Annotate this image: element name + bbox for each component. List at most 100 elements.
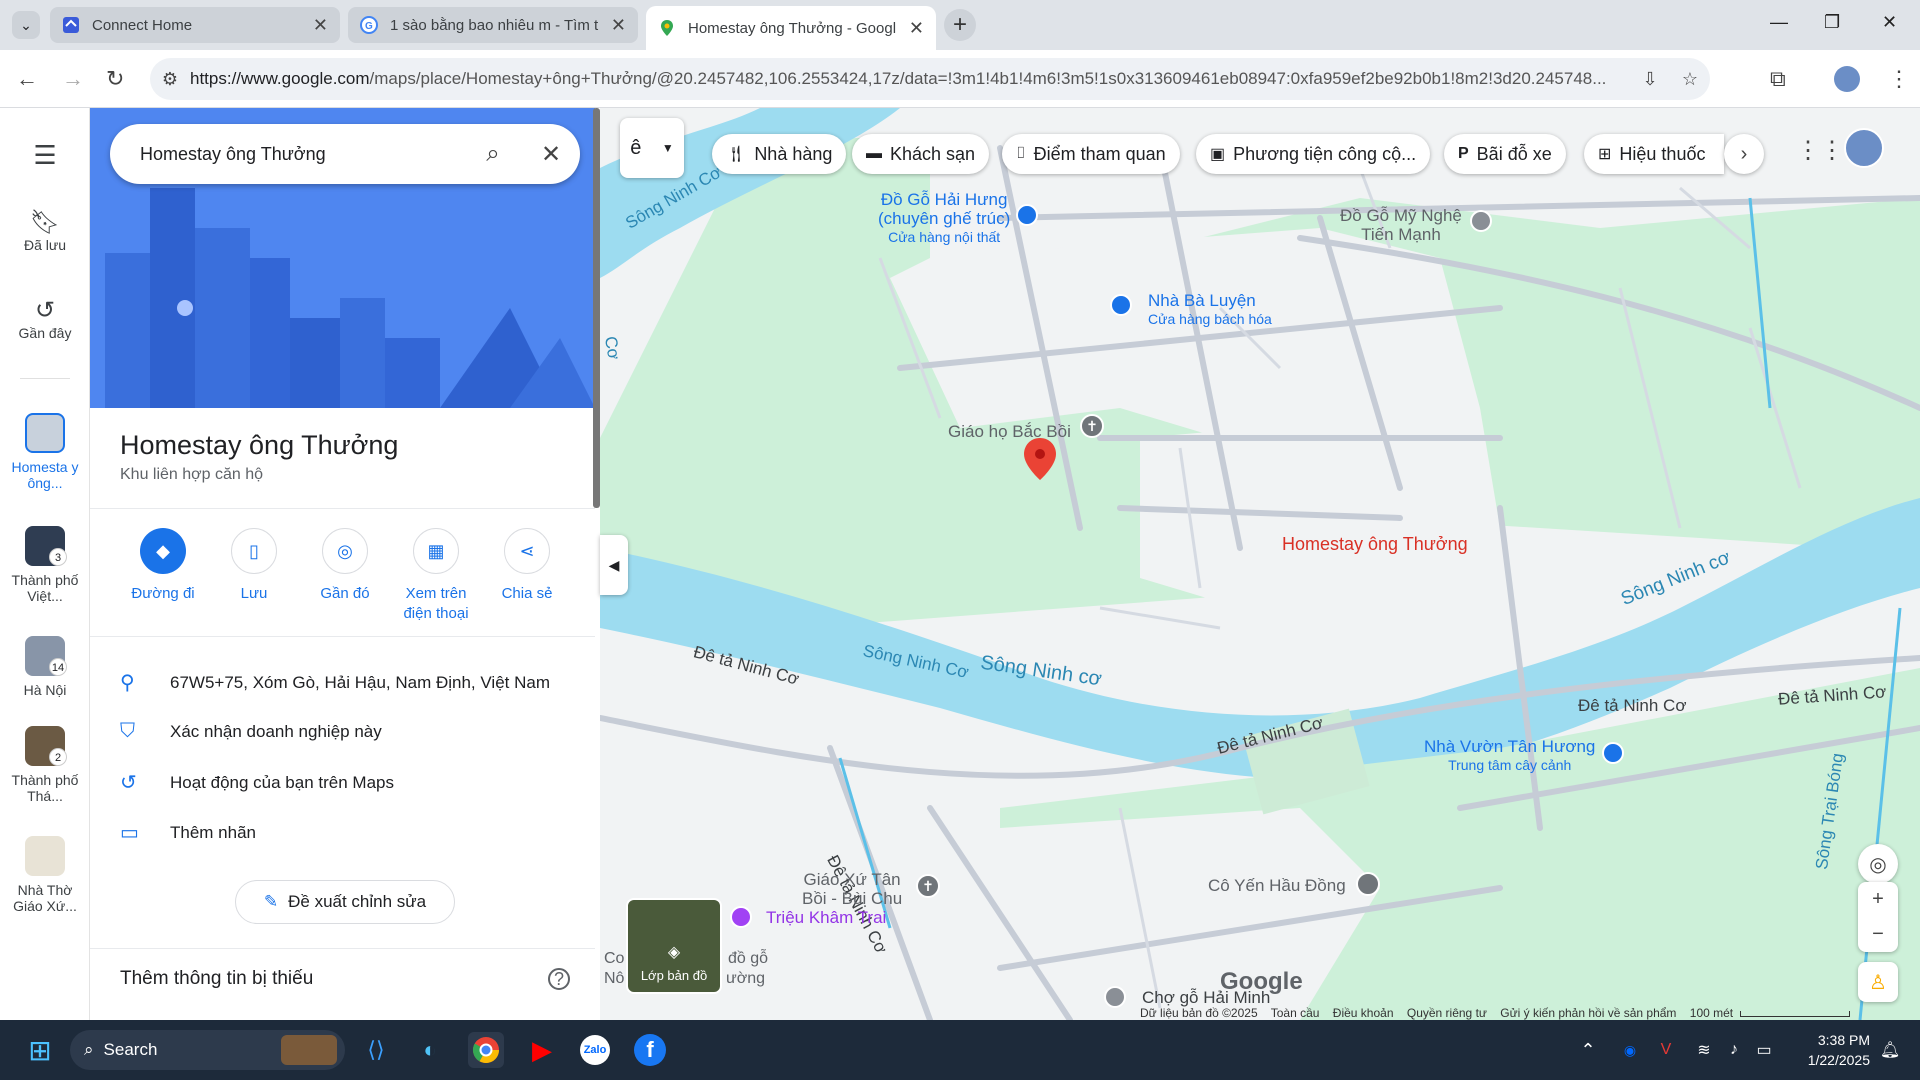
address-bar[interactable]: ⚙ https://www.google.com/maps/place/Home… [150,58,1710,100]
chrome-icon[interactable] [468,1032,504,1068]
search-icon[interactable]: ⌕ [464,140,522,168]
poi-furniture-hai-hung[interactable]: Đồ Gỗ Hải Hưng (chuyên ghế trúc) Cửa hàn… [878,190,1010,247]
directions-button[interactable]: ◆ Đường đi [118,528,208,604]
input-tools-button[interactable]: ê ▼ [620,118,684,178]
tab-google-maps[interactable]: Homestay ông Thưởng - Googl ✕ [646,6,936,50]
history-item[interactable]: 14 Hà Nội [0,636,90,698]
close-tab-icon[interactable]: ✕ [611,15,626,36]
close-tab-icon[interactable]: ✕ [313,15,328,36]
zalo-tray-icon[interactable]: ◉ [1612,1032,1648,1068]
minimize-icon[interactable]: — [1770,12,1788,33]
poi-furniture-tien-manh[interactable]: Đồ Gỗ Mỹ Nghệ Tiến Mạnh [1340,206,1462,244]
back-icon[interactable]: ← [16,66,38,92]
poi-church-bac-boi[interactable]: Giáo họ Bắc Bồi [948,422,1071,442]
share-button[interactable]: ⋖ Chia sẻ [482,528,572,604]
account-avatar[interactable] [1844,128,1884,168]
zoom-out-icon[interactable]: − [1872,917,1884,952]
privacy-link[interactable]: Quyền riêng tư [1407,1006,1487,1020]
chip-parking[interactable]: P Bãi đỗ xe [1444,134,1566,174]
install-app-icon[interactable]: ⇩ [1630,69,1670,90]
bookmark-star-icon[interactable]: ☆ [1670,69,1710,90]
edge-icon[interactable]: ◐ [412,1032,448,1068]
address-row[interactable]: ⚲ 67W5+75, Xóm Gò, Hải Hậu, Nam Định, Vi… [120,670,550,695]
facebook-icon[interactable]: f [634,1034,666,1066]
plant-store-icon[interactable] [1602,742,1624,764]
history-item[interactable]: Homesta y ông... [0,413,90,491]
recent-button[interactable]: ↺ Gần đây [0,296,90,341]
selected-place-label[interactable]: Homestay ông Thưởng [1282,534,1468,555]
chip-restaurants[interactable]: 🍴︎ Nhà hàng [712,134,847,174]
museum-icon[interactable] [1356,872,1380,896]
shopping-bag-icon[interactable] [1016,204,1038,226]
nearby-button[interactable]: ◎ Gần đó [300,528,390,604]
poi-grocery-ba-luyen[interactable]: Nhà Bà Luyện Cửa hàng bách hóa [1148,292,1272,328]
browser-menu-icon[interactable]: ⋮ [1888,66,1910,92]
taskbar-search[interactable]: ⌕ Search [70,1030,345,1070]
history-item[interactable]: 2 Thành phố Thá... [0,726,90,804]
notification-bell-icon[interactable]: 🔔︎ [1872,1032,1908,1068]
site-info-icon[interactable]: ⚙ [150,69,190,90]
place-dot-icon[interactable] [1104,986,1126,1008]
chips-next-chevron-icon[interactable]: › [1724,134,1764,174]
send-to-phone-button[interactable]: ▦ Xem trên điện thoại [391,528,481,624]
battery-icon[interactable]: ▭ [1746,1032,1782,1068]
add-label-row[interactable]: ▭ Thêm nhãn [120,820,256,845]
vscode-icon[interactable]: ⟨⟩ [358,1032,394,1068]
zoom-in-icon[interactable]: + [1872,882,1884,917]
menu-icon[interactable]: ☰ [0,140,90,171]
youtube-icon[interactable]: ▶ [524,1032,560,1068]
suggest-edit-button[interactable]: ✎ Đề xuất chỉnh sửa [235,880,455,924]
tab-connect-home[interactable]: Connect Home ✕ [50,7,340,43]
profile-avatar[interactable] [1834,66,1860,92]
pegman-icon[interactable]: ♙ [1858,962,1898,1002]
save-button[interactable]: ▯ Lưu [209,528,299,604]
reload-icon[interactable]: ↻ [106,66,124,92]
global-link[interactable]: Toàn cầu [1271,1006,1320,1020]
maximize-icon[interactable]: ❐ [1824,12,1840,33]
maps-activity-row[interactable]: ↺ Hoạt động của bạn trên Maps [120,770,394,795]
map-canvas[interactable]: ê ▼ 🍴︎ Nhà hàng ▬ Khách sạn ⌷ Điểm tham quan… [600,108,1920,1020]
panel-scrollbar[interactable] [593,108,600,508]
search-input[interactable]: Homestay ông Thưởng [140,144,464,165]
chip-hotels[interactable]: ▬ Khách sạn [852,134,990,174]
tab-search-chevron-icon[interactable]: ⌄ [12,11,40,39]
saved-button[interactable]: 🔖︎ Đã lưu [0,208,90,253]
history-item[interactable]: 3 Thành phố Việt... [0,526,90,604]
windows-start-icon[interactable]: ⊞ [22,1032,58,1068]
zalo-icon[interactable]: Zalo [580,1035,610,1065]
church-cross-icon[interactable]: ✝ [1080,414,1104,438]
feedback-link[interactable]: Gửi ý kiến phản hồi về sản phẩm [1500,1006,1676,1020]
shopping-bag-icon[interactable] [1110,294,1132,316]
apps-grid-icon[interactable]: ⋮⋮ [1796,136,1844,165]
poi-bonsai-tan-huong[interactable]: Nhà Vườn Tân Hương Trung tâm cây cảnh [1424,738,1595,774]
search-box[interactable]: Homestay ông Thưởng ⌕ ✕ [110,124,580,184]
church-cross-icon[interactable]: ✝ [916,874,940,898]
new-tab-button[interactable]: + [944,9,976,41]
chip-attractions[interactable]: ⌷ Điểm tham quan [1002,134,1180,174]
forward-icon[interactable]: → [62,66,84,92]
scale-label[interactable]: 100 mét [1690,1006,1733,1020]
place-dot-icon[interactable] [1470,210,1492,232]
extensions-icon[interactable]: ⧉ [1770,66,1786,92]
chip-pharmacy[interactable]: ⊞ Hiệu thuốc [1584,134,1724,174]
tab-google-search[interactable]: G 1 sào bằng bao nhiêu m - Tìm t ✕ [348,7,638,43]
tray-chevron-up-icon[interactable]: ⌃ [1570,1032,1606,1068]
taskbar-clock[interactable]: 3:38 PM 1/22/2025 [1808,1030,1870,1070]
temple-icon[interactable] [730,906,752,928]
history-item[interactable]: Nhà Thờ Giáo Xứ... [0,836,90,914]
claim-business-row[interactable]: ⛉ Xác nhận doanh nghiệp này [120,720,382,743]
vivaldi-tray-icon[interactable]: V [1648,1032,1684,1068]
close-icon[interactable]: ✕ [522,140,580,169]
chip-transit[interactable]: ▣ Phương tiện công cộ... [1196,134,1431,174]
close-tab-icon[interactable]: ✕ [909,18,924,39]
layers-toggle[interactable]: ◈ Lớp bản đồ [626,898,722,994]
close-window-icon[interactable]: ✕ [1882,12,1897,33]
url-text[interactable]: https://www.google.com/maps/place/Homest… [190,69,1630,89]
help-icon[interactable]: ? [548,968,570,990]
terms-link[interactable]: Điều khoản [1333,1006,1394,1020]
poi-co-yen-hau-dong[interactable]: Cô Yến Hầu Đồng [1208,876,1346,896]
collapse-panel-button[interactable]: ◀ [600,535,628,595]
poi-trieu-kham-trai[interactable]: Triệu Khâm Trai [766,908,886,928]
my-location-icon[interactable]: ◎ [1858,844,1898,884]
poi-church-tan-boi[interactable]: Giáo Xứ Tân Bồi - Bùi Chu [802,870,902,908]
